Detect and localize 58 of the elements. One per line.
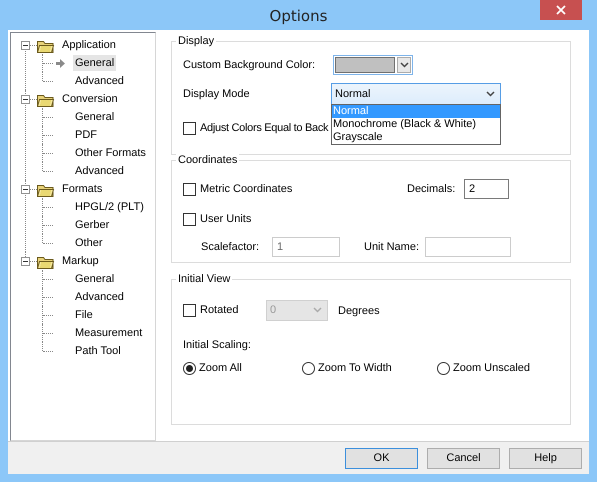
tree-item[interactable]: PDF [73, 127, 99, 143]
tree-item[interactable]: Advanced [73, 73, 126, 89]
dropdown-option[interactable]: Monochrome (Black & White) [332, 118, 500, 131]
tree-item[interactable]: Other [73, 235, 105, 251]
dialog-button[interactable]: Help [509, 448, 582, 468]
tree-item[interactable]: Application [60, 37, 118, 53]
radio-button[interactable] [302, 362, 315, 374]
close-button[interactable] [540, 0, 582, 20]
caret-icon [486, 91, 495, 97]
checkbox[interactable] [183, 122, 196, 134]
tree-item[interactable]: Advanced [73, 163, 126, 179]
tree-item[interactable]: Formats [60, 181, 104, 197]
color-picker[interactable] [333, 55, 413, 75]
dialog-button[interactable]: Cancel [427, 448, 500, 468]
tree-item[interactable]: Path Tool [73, 343, 123, 359]
field-label: Unit Name: [364, 241, 420, 253]
radio-label: Zoom All [199, 362, 242, 374]
checkbox[interactable] [183, 182, 196, 196]
tree-item[interactable]: Gerber [73, 217, 112, 233]
field-label: Custom Background Color: [183, 59, 316, 71]
checkbox-label: Rotated [200, 304, 239, 316]
radio-button[interactable] [183, 362, 196, 374]
collapse-icon[interactable] [21, 184, 30, 194]
collapse-icon[interactable] [21, 40, 30, 50]
dropdown-option[interactable]: Grayscale [332, 131, 500, 144]
tree-item[interactable]: General [73, 271, 116, 287]
checkbox-label: Adjust Colors Equal to Back [200, 122, 328, 134]
checkbox-label: Metric Coordinates [200, 183, 292, 195]
arrow-icon [56, 58, 65, 68]
input-field[interactable]: 2 [464, 179, 509, 199]
caret-icon [400, 62, 408, 68]
checkbox-label: User Units [200, 213, 252, 225]
checkbox[interactable] [183, 304, 196, 316]
checkbox[interactable] [183, 212, 196, 226]
tree-item[interactable]: Advanced [73, 289, 126, 305]
collapse-icon[interactable] [21, 256, 30, 266]
radio-label: Zoom Unscaled [453, 362, 530, 374]
group-title: Display [176, 34, 216, 48]
window-title: Options [270, 6, 328, 24]
radio-label: Zoom To Width [318, 362, 392, 374]
tree-item[interactable]: Conversion [60, 91, 120, 107]
field-label: Degrees [338, 305, 380, 317]
field-label: Display Mode [183, 88, 251, 100]
tree-item[interactable]: Measurement [73, 325, 144, 341]
field-label: Scalefactor: [201, 241, 260, 253]
collapse-icon[interactable] [21, 94, 30, 104]
close-icon [556, 5, 566, 15]
tree-item[interactable]: General [73, 55, 116, 71]
radio-button[interactable] [437, 362, 450, 374]
tree-item[interactable]: HPGL/2 (PLT) [73, 199, 146, 215]
tree-item[interactable]: Other Formats [73, 145, 148, 161]
section-label: Initial Scaling: [183, 339, 251, 351]
caret-icon [313, 307, 322, 313]
field-label: Decimals: [407, 183, 456, 195]
tree-item[interactable]: Markup [60, 253, 101, 269]
dialog-button[interactable]: OK [345, 448, 418, 468]
tree-item[interactable]: File [73, 307, 95, 323]
tree-item[interactable]: General [73, 109, 116, 125]
